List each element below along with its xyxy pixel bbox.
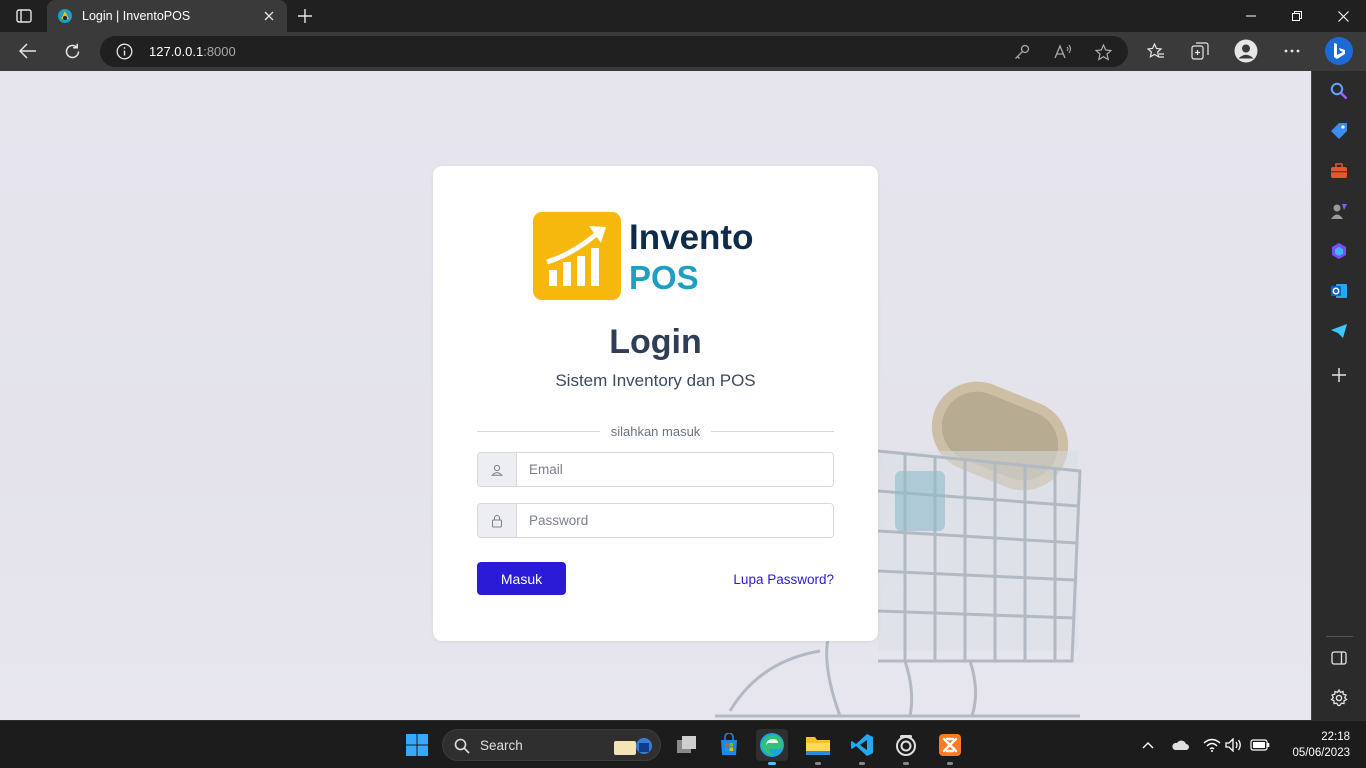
- search-label: Search: [480, 738, 523, 753]
- brand-line1: Invento: [629, 218, 753, 257]
- email-field[interactable]: [517, 453, 833, 486]
- tab-actions-icon[interactable]: [10, 6, 38, 26]
- running-indicator: [859, 762, 865, 765]
- edge-icon[interactable]: [756, 729, 788, 765]
- login-card: Invento POS Login Sistem Inventory dan P…: [433, 166, 878, 641]
- chevron-up-icon[interactable]: [1138, 735, 1158, 755]
- battery-icon[interactable]: [1250, 735, 1270, 755]
- divider-line-right: [711, 430, 835, 432]
- bing-icon[interactable]: [1323, 36, 1355, 66]
- page-subtitle: Sistem Inventory dan POS: [555, 371, 756, 390]
- games-icon[interactable]: [1328, 200, 1350, 222]
- volume-icon[interactable]: [1224, 735, 1244, 755]
- page-viewport: Invento POS Login Sistem Inventory dan P…: [0, 71, 1311, 720]
- browser-toolbar: 127.0.0.1:8000: [0, 32, 1366, 71]
- taskbar-search-box[interactable]: Search: [442, 729, 661, 761]
- onedrive-icon[interactable]: [1170, 735, 1190, 755]
- lock-icon: [478, 504, 517, 537]
- more-icon[interactable]: [1276, 36, 1308, 66]
- refresh-icon[interactable]: [56, 36, 88, 66]
- browser-tab[interactable]: Login | InventoPOS: [47, 0, 287, 32]
- read-aloud-icon[interactable]: [1053, 42, 1073, 62]
- favorites-icon[interactable]: [1140, 36, 1172, 66]
- vscode-icon[interactable]: [846, 729, 878, 765]
- xampp-icon[interactable]: [934, 729, 966, 765]
- divider-line-left: [477, 430, 600, 432]
- running-indicator: [947, 762, 953, 765]
- close-window-icon[interactable]: [1320, 0, 1366, 32]
- forgot-password-link[interactable]: Lupa Password?: [733, 572, 834, 587]
- search-icon: [454, 738, 470, 754]
- outlook-icon[interactable]: [1328, 280, 1350, 302]
- sidebar-divider: [1326, 636, 1353, 637]
- search-highlight-icon: [614, 738, 652, 755]
- wifi-icon[interactable]: [1202, 735, 1222, 755]
- brand-line2: POS: [629, 259, 699, 296]
- profile-icon[interactable]: [1230, 36, 1262, 66]
- new-tab-icon[interactable]: [293, 5, 317, 27]
- info-icon[interactable]: [116, 43, 133, 60]
- restore-icon[interactable]: [1274, 0, 1320, 32]
- clock-time: 22:18: [1321, 731, 1350, 743]
- login-button[interactable]: Masuk: [477, 562, 566, 595]
- email-input-group: [477, 452, 834, 487]
- address-bar[interactable]: 127.0.0.1:8000: [100, 36, 1128, 67]
- url-port: :8000: [203, 44, 236, 59]
- close-tab-icon[interactable]: [261, 8, 277, 24]
- office-icon[interactable]: [1328, 240, 1350, 262]
- favicon-icon: [58, 9, 72, 23]
- settings-icon[interactable]: [1328, 687, 1350, 709]
- password-input-group: [477, 503, 834, 538]
- password-field[interactable]: [517, 504, 833, 537]
- sidebar-toggle-icon[interactable]: [1328, 647, 1350, 669]
- file-explorer-icon[interactable]: [802, 729, 834, 765]
- windows-start-icon[interactable]: [401, 729, 433, 761]
- add-icon[interactable]: [1328, 364, 1350, 386]
- shopping-tag-icon[interactable]: [1328, 120, 1350, 142]
- title-bar: Login | InventoPOS: [0, 0, 1366, 32]
- telegram-icon[interactable]: [1328, 320, 1350, 342]
- tab-title: Login | InventoPOS: [82, 9, 191, 23]
- divider-text: silahkan masuk: [610, 423, 701, 439]
- login-divider: silahkan masuk: [477, 423, 835, 439]
- store-icon[interactable]: [713, 729, 745, 761]
- star-icon[interactable]: [1093, 42, 1113, 62]
- search-icon[interactable]: [1328, 80, 1350, 102]
- task-view-icon[interactable]: [670, 729, 702, 761]
- taskbar-clock[interactable]: 22:18 05/06/2023: [1280, 729, 1350, 761]
- key-icon[interactable]: [1012, 42, 1032, 62]
- obs-icon[interactable]: [890, 729, 922, 765]
- back-icon[interactable]: [12, 36, 44, 66]
- running-indicator: [815, 762, 821, 765]
- tools-icon[interactable]: [1328, 160, 1350, 182]
- user-icon: [478, 453, 517, 486]
- inventopos-logo: Invento POS: [533, 212, 753, 300]
- minimize-icon[interactable]: [1228, 0, 1274, 32]
- collections-icon[interactable]: [1184, 36, 1216, 66]
- url-text: 127.0.0.1:8000: [149, 44, 236, 59]
- taskbar: Search 22:18 05/06/2023: [0, 720, 1366, 768]
- clock-date: 05/06/2023: [1292, 747, 1350, 759]
- running-indicator: [903, 762, 909, 765]
- page-title: Login: [609, 323, 702, 361]
- url-host: 127.0.0.1: [149, 44, 204, 59]
- edge-sidebar: [1311, 71, 1366, 720]
- running-indicator: [768, 762, 776, 765]
